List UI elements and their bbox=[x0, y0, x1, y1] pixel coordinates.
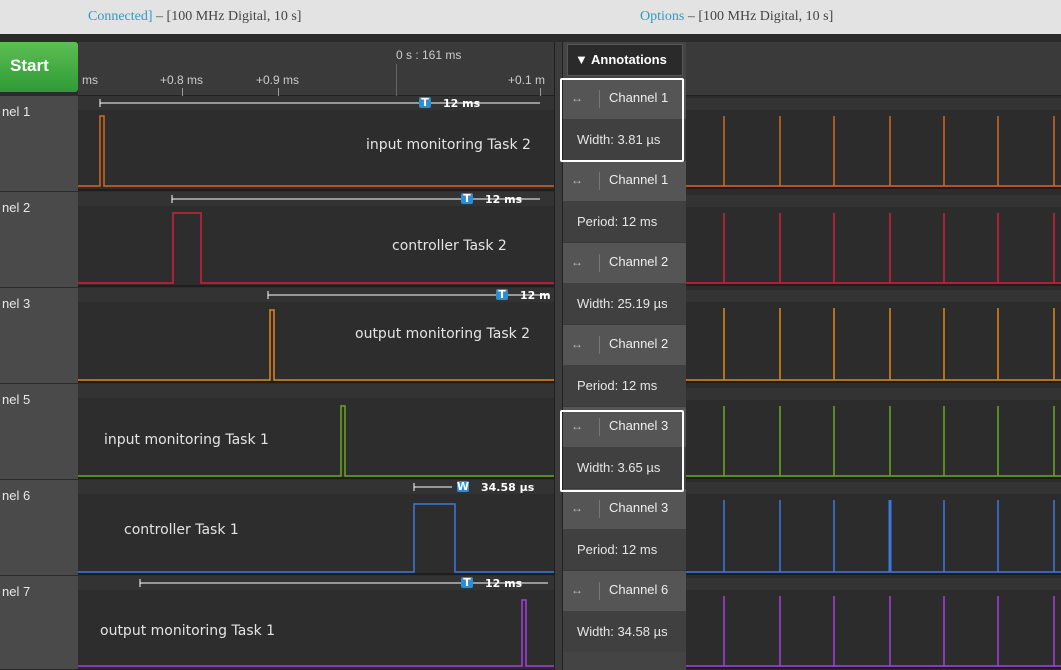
measurement-value: 12 ms bbox=[485, 193, 523, 206]
annotation-channel-name: Channel 2 bbox=[609, 336, 669, 351]
overview-waveform-area[interactable] bbox=[686, 42, 1061, 670]
right-window-title: Options – [100 MHz Digital, 10 s] bbox=[640, 9, 834, 24]
annotations-header[interactable]: ▼ Annotations bbox=[567, 44, 683, 76]
annotation-channel-row[interactable]: ↔ Channel 2 bbox=[563, 242, 687, 283]
annotation-value: Period: 12 ms bbox=[577, 214, 658, 229]
annotation-value-row[interactable]: Width: 34.58 µs bbox=[563, 611, 687, 652]
measurement-value: 34.58 µs bbox=[481, 481, 535, 494]
annotation-channel-row[interactable]: ↔ Channel 1 bbox=[563, 160, 687, 201]
arrow-icon: ↔ bbox=[571, 255, 583, 269]
waveform-task-label: output monitoring Task 2 bbox=[355, 326, 531, 342]
overview-band bbox=[686, 578, 1061, 590]
measurement-band bbox=[78, 384, 554, 398]
annotation-channel-name: Channel 2 bbox=[609, 254, 669, 269]
highlight-box bbox=[560, 78, 684, 162]
annotation-channel-name: Channel 6 bbox=[609, 582, 669, 597]
waveform-task-label: input monitoring Task 2 bbox=[366, 137, 531, 153]
annotation-value: Width: 34.58 µs bbox=[577, 624, 668, 639]
arrow-icon: ↔ bbox=[571, 583, 583, 597]
arrow-icon: ↔ bbox=[571, 501, 583, 515]
annotation-channel-row[interactable]: ↔ Channel 3 bbox=[563, 488, 687, 529]
annotation-channel-row[interactable]: ↔ Channel 2 bbox=[563, 324, 687, 365]
annotation-channel-name: Channel 1 bbox=[609, 172, 669, 187]
overview-band bbox=[686, 388, 1061, 400]
waveform-task-label: controller Task 2 bbox=[392, 238, 507, 254]
overview-band bbox=[686, 482, 1061, 494]
annotation-value: Width: 25.19 µs bbox=[577, 296, 668, 311]
tag-icon-letter: T bbox=[421, 96, 429, 109]
highlight-box bbox=[560, 410, 684, 492]
overview-band bbox=[686, 290, 1061, 302]
annotation-value: Period: 12 ms bbox=[577, 378, 658, 393]
waveform-task-label: controller Task 1 bbox=[124, 522, 239, 538]
tag-icon-letter: T bbox=[463, 192, 471, 205]
overview-band bbox=[686, 98, 1061, 110]
arrow-icon: ↔ bbox=[571, 337, 583, 351]
measurement-value: 12 m bbox=[520, 289, 551, 302]
annotation-channel-row[interactable]: ↔ Channel 6 bbox=[563, 570, 687, 611]
annotation-channel-name: Channel 3 bbox=[609, 500, 669, 515]
annotation-value-row[interactable]: Period: 12 ms bbox=[563, 529, 687, 570]
measurement-value: 12 ms bbox=[443, 97, 481, 110]
annotation-value-row[interactable]: Period: 12 ms bbox=[563, 365, 687, 406]
waveform-task-label: input monitoring Task 1 bbox=[104, 432, 269, 448]
tag-icon-letter: T bbox=[463, 576, 471, 589]
waveform-task-label: output monitoring Task 1 bbox=[100, 623, 276, 639]
measurement-value: 12 ms bbox=[485, 577, 523, 590]
annotation-value: Period: 12 ms bbox=[577, 542, 658, 557]
overview-waveform-svg bbox=[686, 98, 1061, 669]
annotation-value-row[interactable]: Width: 25.19 µs bbox=[563, 283, 687, 324]
tag-icon-letter: W bbox=[457, 480, 469, 493]
annotation-value-row[interactable]: Period: 12 ms bbox=[563, 201, 687, 242]
arrow-icon: ↔ bbox=[571, 173, 583, 187]
tag-icon-letter: T bbox=[498, 288, 506, 301]
overview-band bbox=[686, 195, 1061, 207]
